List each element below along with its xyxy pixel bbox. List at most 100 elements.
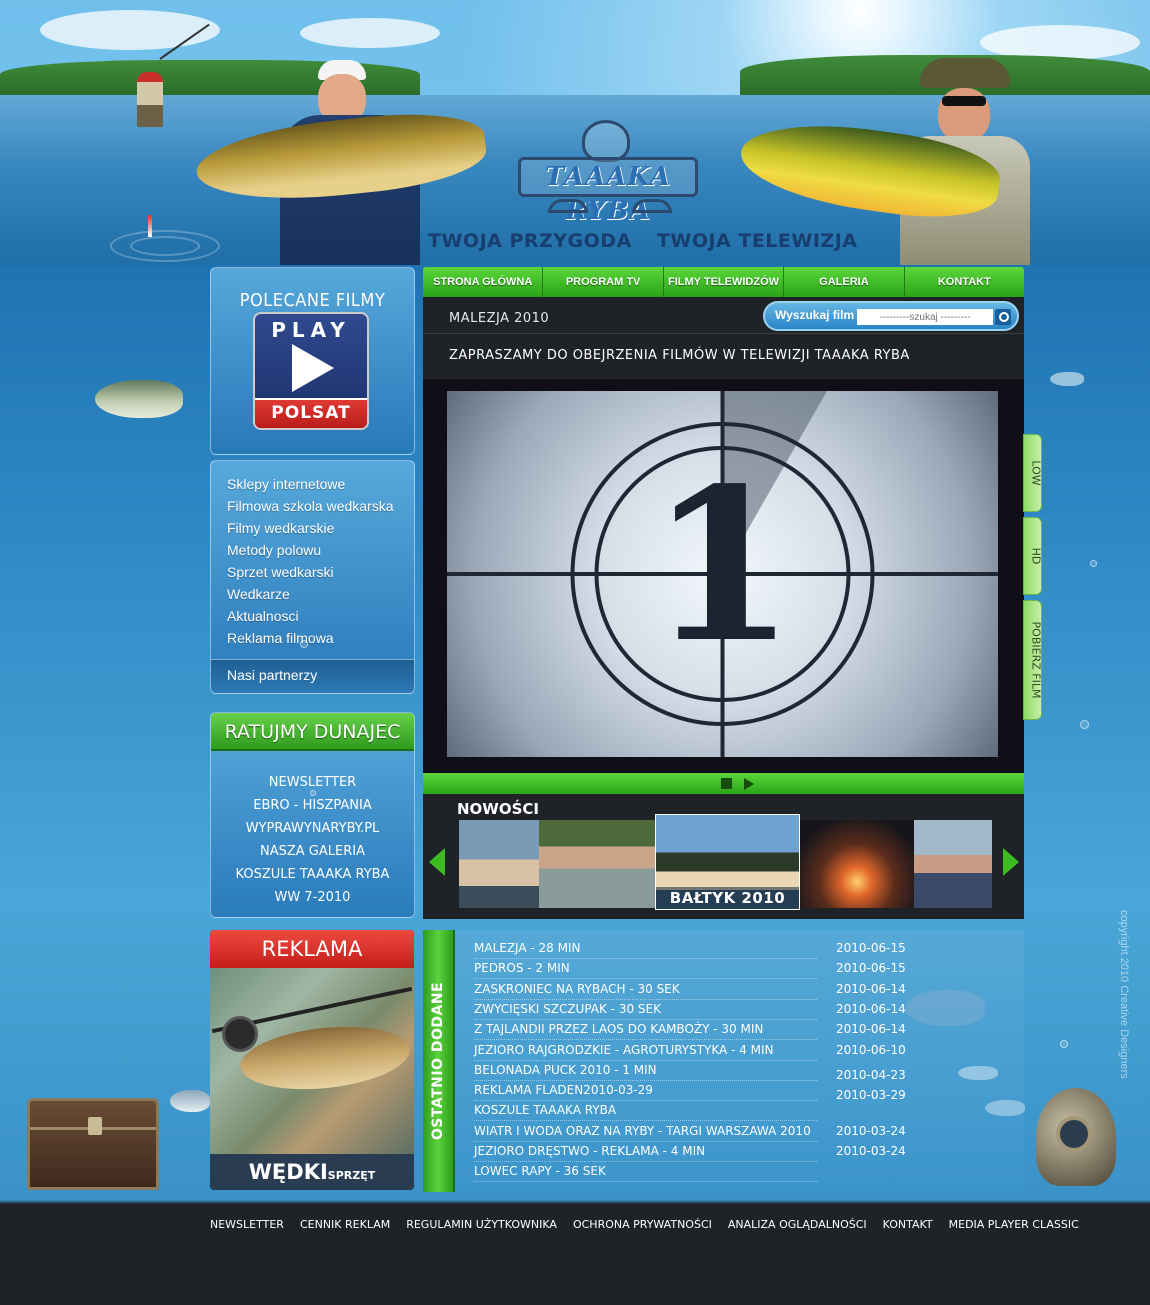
recent-row[interactable]: JEZIORO RAJGRODZKIE - AGROTURYSTYKA - 4 … <box>474 1041 994 1061</box>
play-icon[interactable] <box>744 778 754 790</box>
main-nav: STRONA GŁÓWNA PROGRAM TV FILMY TELEWIDZÓ… <box>423 267 1024 297</box>
extra-link[interactable]: WYPRAWYNARYBY.PL <box>211 817 414 840</box>
recent-film-title[interactable]: PEDROS - 2 MIN <box>474 959 817 979</box>
recent-film-date: 2010-06-10 <box>836 1043 906 1057</box>
video-player[interactable]: 1 <box>423 379 1024 773</box>
divider <box>423 333 1024 334</box>
side-menu-item[interactable]: Filmy wedkarskie <box>211 517 414 539</box>
polsat-brand-text: POLSAT <box>255 398 367 428</box>
current-film-title: MALEZJA 2010 <box>449 311 550 326</box>
header-banner: TAAAKA RYBA TWOJA PRZYGODA TWOJA TELEWIZ… <box>0 0 1150 265</box>
recent-row[interactable]: REKLAMA FLADEN2010-03-29 2010-03-29 <box>474 1081 994 1102</box>
news-thumbnail[interactable] <box>459 820 539 908</box>
polsat-play-logo[interactable]: PLAY POLSAT <box>253 312 369 430</box>
news-thumbnail[interactable] <box>539 820 655 908</box>
download-film-label: POBIERZ FILM <box>1029 621 1043 699</box>
recent-film-title[interactable]: MALEZJA - 28 MIN <box>474 939 817 959</box>
quality-low-tab[interactable]: LOW <box>1023 434 1043 512</box>
recent-row[interactable]: KOSZULE TAAAKA RYBA <box>474 1101 994 1121</box>
video-panel: MALEZJA 2010 Wyszukaj film ZAPRASZAMY DO… <box>423 297 1024 773</box>
recent-list: OSTATNIO DODANE MALEZJA - 28 MIN 2010-06-… <box>423 930 1024 1192</box>
polsat-play-text: PLAY <box>271 318 351 342</box>
news-thumbnail[interactable] <box>914 820 992 908</box>
recent-film-title[interactable]: REKLAMA FLADEN2010-03-29 <box>474 1081 817 1101</box>
recent-row[interactable]: LOWEC RAPY - 36 SEK <box>474 1162 994 1182</box>
side-menu-item[interactable]: Filmowa szkola wedkarska <box>211 495 414 517</box>
small-fish-decoration <box>958 1066 998 1080</box>
tab-viewer-films[interactable]: FILMY TELEWIDZÓW <box>664 267 785 297</box>
water-ripple <box>130 236 200 256</box>
stop-icon[interactable] <box>721 778 732 789</box>
partners-link[interactable]: Nasi partnerzy <box>211 659 414 693</box>
extra-link[interactable]: EBRO - HISZPANIA <box>211 794 414 817</box>
footer-link-ad-pricing[interactable]: CENNIK REKLAM <box>300 1218 390 1231</box>
extra-link[interactable]: KOSZULE TAAAKA RYBA <box>211 863 414 886</box>
advert-box[interactable]: REKLAMA WĘDKISPRZĘT WĘDKARSKI <box>210 930 414 1190</box>
recent-film-date: 2010-06-15 <box>836 941 906 955</box>
recent-row[interactable]: WIATR I WODA ORAZ NA RYBY - TARGI WARSZA… <box>474 1122 994 1142</box>
recent-film-title[interactable]: ZWYCIĘSKI SZCZUPAK - 30 SEK <box>474 1000 817 1020</box>
footer-link-privacy[interactable]: OCHRONA PRYWATNOŚCI <box>573 1218 712 1231</box>
recent-film-date: 2010-03-24 <box>836 1144 906 1158</box>
footer: NEWSLETTER CENNIK REKLAM REGULAMIN UŻYTK… <box>0 1204 1150 1305</box>
save-dunajec-box: RATUJMY DUNAJEC NEWSLETTER EBRO - HISZPA… <box>210 712 415 918</box>
search-icon[interactable] <box>995 309 1011 325</box>
download-film-tab[interactable]: POBIERZ FILM <box>1023 600 1043 720</box>
treasure-chest-decoration <box>27 1098 159 1190</box>
invite-text: ZAPRASZAMY DO OBEJRZENIA FILMÓW W TELEWI… <box>449 348 910 363</box>
recent-film-title[interactable]: ZASKRONIEC NA RYBACH - 30 SEK <box>474 980 817 1000</box>
side-menu-item[interactable]: Reklama filmowa <box>211 627 414 649</box>
side-menu-item[interactable]: Aktualnosci <box>211 605 414 627</box>
search-input[interactable] <box>857 309 993 325</box>
tab-home[interactable]: STRONA GŁÓWNA <box>423 267 544 297</box>
small-fish-decoration <box>985 1100 1025 1116</box>
recent-film-title[interactable]: BELONADA PUCK 2010 - 1 MIN <box>474 1061 817 1081</box>
footer-link-terms[interactable]: REGULAMIN UŻYTKOWNIKA <box>406 1218 557 1231</box>
footer-link-media-player[interactable]: MEDIA PLAYER CLASSIC <box>949 1218 1079 1231</box>
recommended-films-title: POLECANE FILMY <box>239 290 386 311</box>
extra-link[interactable]: WW 7-2010 <box>211 886 414 909</box>
side-menu-item[interactable]: Sklepy internetowe <box>211 473 414 495</box>
news-thumbnail-featured[interactable]: BAŁTYK 2010 <box>655 814 800 910</box>
footer-link-analytics[interactable]: ANALIZA OGLĄDALNOŚCI <box>728 1218 867 1231</box>
carousel-next-icon[interactable] <box>1003 848 1019 876</box>
video-screen[interactable]: 1 <box>447 391 998 757</box>
recent-film-title[interactable]: LOWEC RAPY - 36 SEK <box>474 1162 817 1182</box>
recent-row[interactable]: JEZIORO DRĘSTWO - REKLAMA - 4 MIN 2010-03… <box>474 1142 994 1162</box>
quality-hd-label: HD <box>1029 547 1043 565</box>
side-menu-item[interactable]: Metody polowu <box>211 539 414 561</box>
footer-link-contact[interactable]: KONTAKT <box>883 1218 933 1231</box>
news-carousel: NOWOŚCI BAŁTYK 2010 <box>423 794 1024 919</box>
recent-title-bar: OSTATNIO DODANE <box>423 930 455 1192</box>
recent-row[interactable]: BELONADA PUCK 2010 - 1 MIN 2010-04-23 <box>474 1061 994 1082</box>
tab-program-tv[interactable]: PROGRAM TV <box>543 267 664 297</box>
featured-thumbnail-label: BAŁTYK 2010 <box>656 887 799 909</box>
recent-film-title[interactable]: JEZIORO RAJGRODZKIE - AGROTURYSTYKA - 4 … <box>474 1041 817 1061</box>
quality-hd-tab[interactable]: HD <box>1023 517 1043 595</box>
recent-row[interactable]: MALEZJA - 28 MIN 2010-06-15 <box>474 939 994 959</box>
extra-link[interactable]: NASZA GALERIA <box>211 840 414 863</box>
tab-contact[interactable]: KONTAKT <box>905 267 1024 297</box>
small-fish-decoration <box>170 1090 210 1112</box>
recent-title: OSTATNIO DODANE <box>430 981 446 1141</box>
recent-film-title[interactable]: Z TAJLANDII PRZEZ LAOS DO KAMBOŻY - 30 M… <box>474 1020 817 1040</box>
carousel-prev-icon[interactable] <box>429 848 445 876</box>
side-menu-item[interactable]: Wedkarze <box>211 583 414 605</box>
footer-link-newsletter[interactable]: NEWSLETTER <box>210 1218 284 1231</box>
tab-gallery[interactable]: GALERIA <box>784 267 905 297</box>
recent-film-date: 2010-06-15 <box>836 961 906 975</box>
recent-row[interactable]: PEDROS - 2 MIN 2010-06-15 <box>474 959 994 979</box>
recent-film-title[interactable]: KOSZULE TAAAKA RYBA <box>474 1101 817 1121</box>
small-fish-decoration <box>1050 372 1084 386</box>
player-controls <box>423 773 1024 794</box>
footer-links: NEWSLETTER CENNIK REKLAM REGULAMIN UŻYTK… <box>210 1218 1095 1231</box>
recent-row[interactable]: Z TAJLANDII PRZEZ LAOS DO KAMBOŻY - 30 M… <box>474 1020 994 1040</box>
advert-image <box>210 968 414 1154</box>
side-menu-item[interactable]: Sprzet wedkarski <box>211 561 414 583</box>
side-menu-list: Sklepy internetowe Filmowa szkola wedkar… <box>211 473 414 649</box>
recent-film-title[interactable]: WIATR I WODA ORAZ NA RYBY - TARGI WARSZA… <box>474 1122 817 1142</box>
advert-title: REKLAMA <box>210 930 414 968</box>
site-logo[interactable]: TAAAKA RYBA <box>500 115 720 226</box>
recent-film-title[interactable]: JEZIORO DRĘSTWO - REKLAMA - 4 MIN <box>474 1142 817 1162</box>
news-thumbnail[interactable] <box>800 820 914 908</box>
